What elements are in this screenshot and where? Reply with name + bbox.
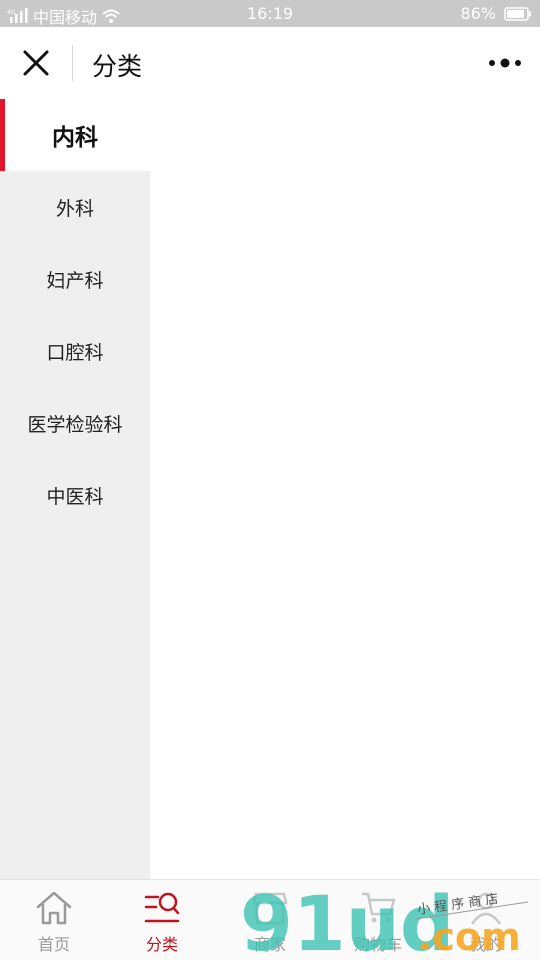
- tab-mine[interactable]: 我的: [432, 880, 540, 960]
- user-icon: [470, 892, 502, 925]
- tab-label: 分类: [145, 935, 178, 954]
- nav-bar: 分类: [0, 27, 540, 99]
- cart-icon: [362, 892, 396, 923]
- category-label: 中医科: [46, 485, 104, 508]
- category-item-fuchanke[interactable]: 妇产科: [0, 243, 150, 315]
- tab-label: 购物车: [353, 935, 402, 954]
- category-sidebar: 内科 外科 妇产科 口腔科 医学检验科 中医科: [0, 99, 150, 879]
- nav-divider: [72, 45, 73, 81]
- more-dots-icon[interactable]: [488, 53, 522, 73]
- category-label: 妇产科: [46, 269, 104, 292]
- status-bar: 4G 中国移动 16:19 86%: [0, 0, 540, 27]
- tab-category[interactable]: 分类: [108, 880, 216, 960]
- category-item-waike[interactable]: 外科: [0, 171, 150, 243]
- close-icon[interactable]: [22, 49, 50, 77]
- home-icon: [36, 891, 72, 925]
- category-item-neike[interactable]: 内科: [0, 99, 150, 171]
- category-label: 内科: [52, 125, 98, 151]
- category-label: 医学检验科: [27, 413, 123, 436]
- category-item-yixuejianyanke[interactable]: 医学检验科: [0, 387, 150, 459]
- tab-home[interactable]: 首页: [0, 880, 108, 960]
- category-item-zhongyike[interactable]: 中医科: [0, 459, 150, 531]
- category-item-kouqiangke[interactable]: 口腔科: [0, 315, 150, 387]
- status-time: 16:19: [246, 4, 294, 23]
- category-label: 口腔科: [46, 341, 104, 364]
- store-icon: [252, 892, 288, 925]
- tab-label: 我的: [469, 935, 502, 954]
- tab-store[interactable]: 商家: [216, 880, 324, 960]
- tab-label: 首页: [37, 935, 70, 954]
- page-title: 分类: [92, 52, 143, 81]
- app-screen: 4G 中国移动 16:19 86% 分类 内科 外科 妇产科 口腔科 医学检验科…: [0, 0, 540, 960]
- bottom-tab-bar: 首页 分类 商家 购物车 我的: [0, 879, 540, 960]
- battery-percent: 86%: [460, 4, 496, 23]
- status-right: 86%: [460, 4, 532, 23]
- tab-label: 商家: [253, 935, 286, 954]
- tab-cart[interactable]: 购物车: [324, 880, 432, 960]
- category-content-panel: [150, 99, 540, 879]
- battery-icon: [504, 6, 531, 21]
- category-search-icon: [144, 892, 180, 923]
- category-label: 外科: [55, 197, 94, 220]
